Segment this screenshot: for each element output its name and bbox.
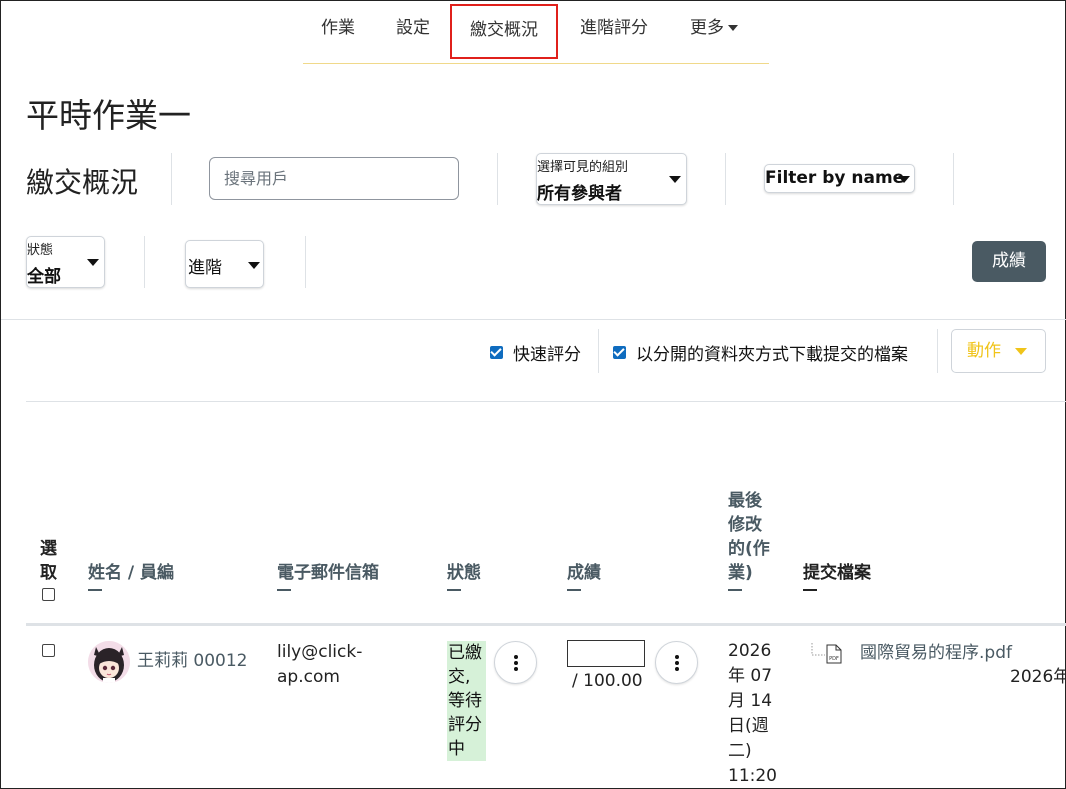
row-select-checkbox[interactable] [42,644,55,657]
row-email-line: lily@click- [277,642,363,662]
divider [937,329,938,373]
tab-submissions[interactable]: 繳交概況 [450,4,558,59]
filter-by-name-label: Filter by name [765,168,905,188]
filter-by-name-dropdown[interactable]: Filter by name [764,164,915,193]
avatar-image [88,641,130,683]
caret-down-icon [87,259,99,266]
caret-down-icon [1015,347,1027,355]
divider [305,236,306,288]
modified-line: 2026 [728,641,772,661]
header-email[interactable]: 電子郵件信箱 [277,561,379,591]
status-line: 評分 [448,715,482,735]
header-modified-line: 修改 [728,515,762,535]
header-grade[interactable]: 成績 [567,561,601,591]
select-all-checkbox[interactable] [42,588,55,601]
header-name-label: 姓名 / 員編 [88,563,175,583]
divider [144,236,145,288]
divider [725,153,726,205]
header-grade-label: 成績 [567,563,601,583]
download-folders-label: 以分開的資料夾方式下載提交的檔案 [636,345,908,365]
header-modified-line: 業) [728,563,753,583]
group-select[interactable]: 選擇可見的組別 所有參與者 [536,153,687,205]
submitted-file-link[interactable]: 國際貿易的程序.pdf [860,641,1012,666]
top-nav: 作業 設定 繳交概況 進階評分 更多 [303,1,769,64]
header-email-label: 電子郵件信箱 [277,563,379,583]
status-line: 交, [448,667,471,687]
status-menu-button[interactable] [494,641,537,684]
group-select-value: 所有參與者 [537,184,622,204]
status-line: 中 [448,739,465,759]
header-name[interactable]: 姓名 / 員編 [88,561,174,591]
svg-text:PDF: PDF [829,656,839,662]
action-button[interactable]: 動作 [951,329,1046,373]
header-files-label: 提交檔案 [803,563,871,583]
tab-more[interactable]: 更多 [690,13,738,38]
row-user-name[interactable]: 王莉莉 00012 [137,649,247,674]
divider [171,153,172,205]
download-folders-checkbox[interactable] [613,346,626,359]
status-line: 等待 [448,691,482,711]
tab-assignment[interactable]: 作業 [321,13,355,38]
header-select-line2: 取 [40,563,57,583]
header-status-label: 狀態 [447,563,481,583]
grade-max: / 100.00 [572,671,643,691]
grade-button[interactable]: 成績 [972,241,1046,282]
action-button-label: 動作 [967,341,1001,361]
header-modified-line: 最後 [728,491,762,511]
modified-line: 月 14 [728,691,773,711]
modified-line: 11:20 [728,766,777,786]
quick-grading-checkbox[interactable] [490,346,503,359]
header-last-modified[interactable]: 最後 修改 的(作 業) [728,489,770,591]
advanced-select-value: 進階 [188,258,222,278]
header-modified-line: 的(作 [728,539,770,559]
modified-line: 二) [728,741,752,761]
status-select[interactable]: 狀態 全部 [26,236,105,288]
tab-more-label: 更多 [690,18,724,38]
divider [598,329,599,373]
page-title: 平時作業一 [26,96,191,135]
header-status[interactable]: 狀態 [447,561,481,591]
row-email: lily@click- ap.com [277,640,362,690]
group-select-label: 選擇可見的組別 [537,160,629,175]
status-select-label: 狀態 [27,243,54,258]
divider [953,153,954,205]
status-line: 已繳 [448,643,482,663]
caret-down-icon [669,176,681,183]
divider [1,319,1066,320]
tab-advanced-grading[interactable]: 進階評分 [580,13,648,38]
caret-down-icon [898,176,910,183]
pdf-file-icon: PDF [826,644,842,664]
caret-down-icon [728,25,738,31]
avatar[interactable] [88,641,130,683]
table-header-rule [26,623,1066,626]
status-badge: 已繳 交, 等待 評分 中 [447,641,486,761]
row-email-line: ap.com [277,667,340,687]
advanced-select[interactable]: 進階 [185,240,264,288]
modified-line: 年 07 [728,666,773,686]
header-files[interactable]: 提交檔案 [803,561,871,591]
modified-line: 日(週 [728,716,769,736]
row-last-modified: 2026 年 07 月 14 日(週 二) 11:20 [728,639,777,789]
divider [497,153,498,205]
grade-menu-button[interactable] [655,641,698,684]
status-select-value: 全部 [27,267,61,287]
search-users-input[interactable]: 搜尋用戶 [209,157,459,200]
section-title: 繳交概況 [26,166,139,199]
header-select-line1: 選 [40,539,57,559]
tab-settings[interactable]: 設定 [396,13,430,38]
header-select: 選 取 [40,537,57,585]
file-tree-connector: PDF [811,643,842,664]
grade-input[interactable] [567,640,645,667]
divider [26,401,1066,402]
caret-down-icon [248,262,260,269]
file-date: 2026年 [1010,667,1066,687]
quick-grading-label: 快速評分 [513,345,581,365]
